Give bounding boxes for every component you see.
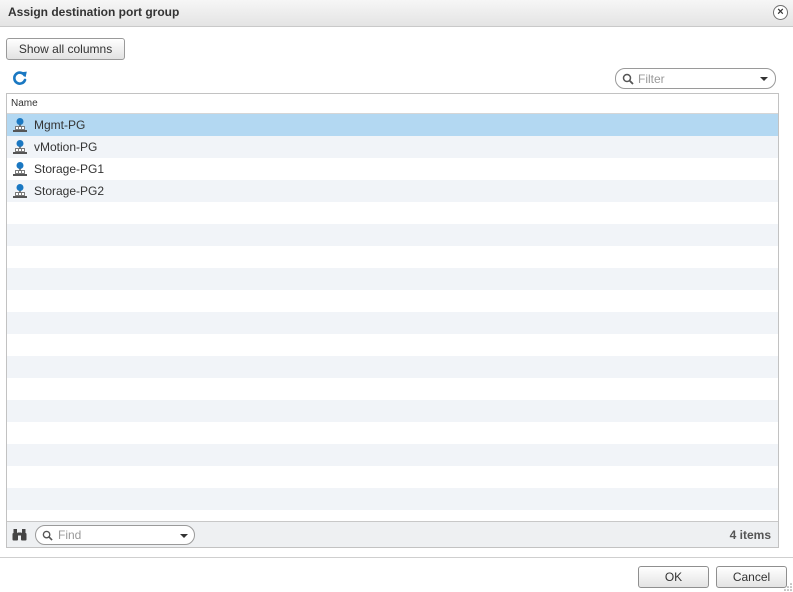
- empty-row: [7, 290, 778, 312]
- empty-row: [7, 246, 778, 268]
- ok-button[interactable]: OK: [638, 566, 709, 588]
- resize-grip-icon[interactable]: [784, 583, 792, 591]
- filter-placeholder: Filter: [638, 72, 665, 86]
- grid-footer: Find 4 items: [7, 521, 778, 547]
- search-icon: [622, 73, 634, 85]
- divider: [0, 557, 793, 558]
- port-group-grid: Name Mgmt-PG vMotion-PG Storage-PG1 Storage…: [6, 93, 779, 548]
- empty-row: [7, 400, 778, 422]
- refresh-icon[interactable]: [12, 70, 28, 86]
- cancel-button[interactable]: Cancel: [716, 566, 787, 588]
- empty-row: [7, 312, 778, 334]
- empty-row: [7, 466, 778, 488]
- dialog-title: Assign destination port group: [8, 5, 180, 19]
- empty-row: [7, 378, 778, 400]
- close-icon[interactable]: ×: [773, 5, 788, 20]
- empty-row: [7, 202, 778, 224]
- empty-row: [7, 268, 778, 290]
- search-icon: [42, 530, 53, 541]
- filter-input[interactable]: Filter: [615, 68, 776, 89]
- chevron-down-icon[interactable]: [760, 77, 768, 81]
- empty-row: [7, 356, 778, 378]
- port-group-name: vMotion-PG: [34, 140, 98, 154]
- column-header-name[interactable]: Name: [7, 94, 778, 114]
- dialog-titlebar: Assign destination port group ×: [0, 0, 793, 27]
- port-group-icon: [13, 140, 27, 154]
- port-group-icon: [13, 118, 27, 132]
- find-placeholder: Find: [58, 528, 82, 542]
- port-group-name: Storage-PG1: [34, 162, 105, 176]
- table-row[interactable]: Mgmt-PG: [7, 114, 778, 136]
- empty-row: [7, 422, 778, 444]
- show-all-columns-button[interactable]: Show all columns: [6, 38, 125, 60]
- empty-row: [7, 488, 778, 510]
- port-group-icon: [13, 162, 27, 176]
- port-group-name: Storage-PG2: [34, 184, 105, 198]
- port-group-icon: [13, 184, 27, 198]
- chevron-down-icon[interactable]: [180, 534, 188, 538]
- binoculars-icon: [12, 529, 27, 541]
- item-count: 4 items: [729, 528, 771, 542]
- find-input[interactable]: Find: [35, 525, 195, 545]
- table-row[interactable]: vMotion-PG: [7, 136, 778, 158]
- table-row[interactable]: Storage-PG1: [7, 158, 778, 180]
- empty-row: [7, 444, 778, 466]
- empty-row: [7, 224, 778, 246]
- table-row[interactable]: Storage-PG2: [7, 180, 778, 202]
- grid-rows: Mgmt-PG vMotion-PG Storage-PG1 Storage-PG2: [7, 114, 778, 522]
- empty-row: [7, 334, 778, 356]
- port-group-name: Mgmt-PG: [34, 118, 86, 132]
